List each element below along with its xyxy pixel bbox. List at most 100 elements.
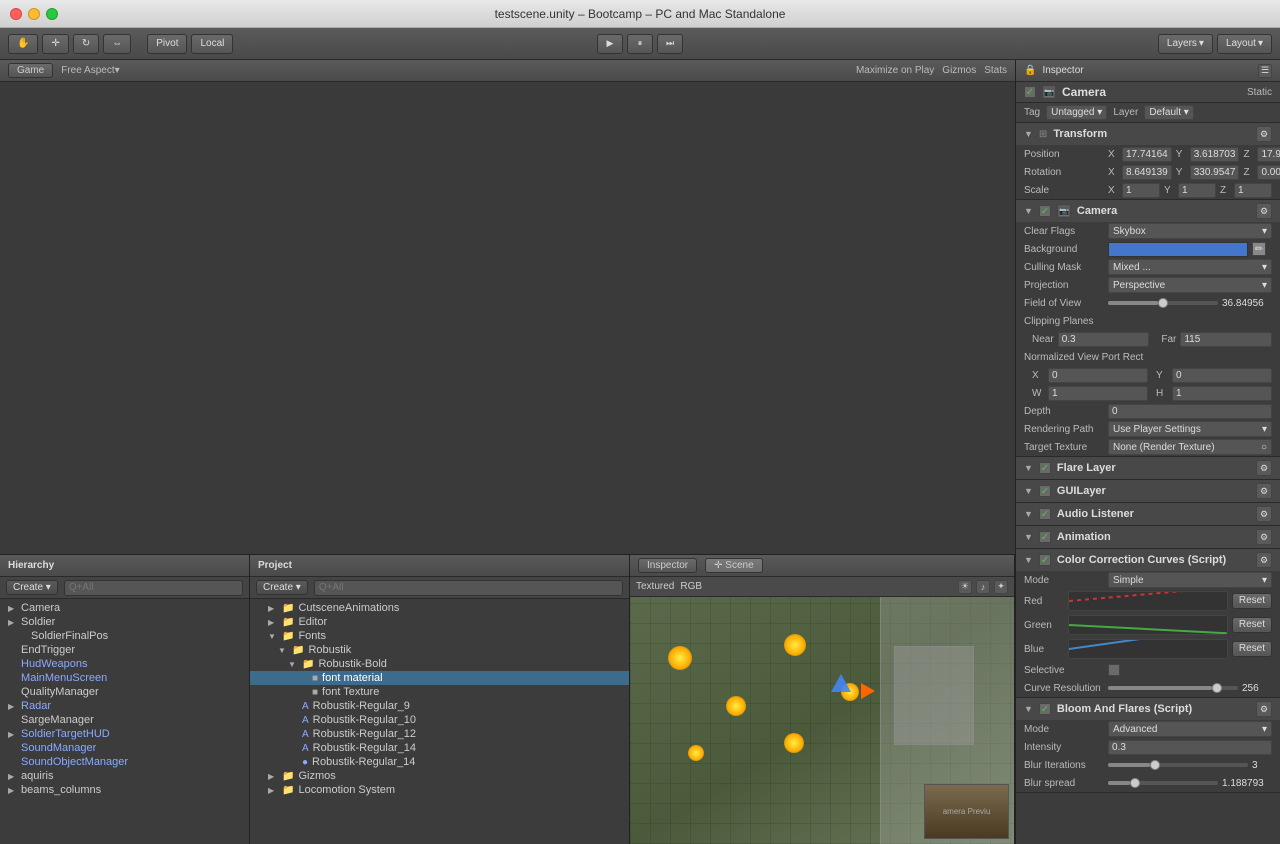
anim-settings-icon[interactable]: ⚙ [1256,529,1272,545]
list-item[interactable]: A Robustik-Regular_10 [250,713,629,727]
scene-fx-icon[interactable]: ✦ [994,580,1008,594]
scale-x-value[interactable]: 1 [1122,183,1160,198]
list-item[interactable]: SoldierFinalPos [0,629,249,643]
list-item[interactable]: MainMenuScreen [0,671,249,685]
list-item[interactable]: ▶ aquiris [0,769,249,783]
bloom-enable-checkbox[interactable]: ✓ [1039,703,1051,715]
audio-settings-icon[interactable]: ⚙ [1256,506,1272,522]
minimize-button[interactable] [28,8,40,20]
scene-sun-icon[interactable]: ☀ [958,580,972,594]
color-eyedropper-icon[interactable]: ✏ [1252,242,1266,256]
background-color-preview[interactable] [1108,242,1248,257]
close-button[interactable] [10,8,22,20]
list-item[interactable]: ▶ beams_columns [0,783,249,797]
rendering-dropdown[interactable]: Use Player Settings ▾ [1108,421,1272,437]
blur-spread-slider[interactable] [1108,781,1218,785]
flare-enable-checkbox[interactable]: ✓ [1039,462,1051,474]
blue-reset-button[interactable]: Reset [1232,641,1272,657]
transform-header[interactable]: ▼ ⊞ Transform ⚙ [1016,123,1280,145]
list-item[interactable]: ● Robustik-Regular_14 [250,755,629,769]
red-curve[interactable] [1068,591,1228,611]
audio-enable-checkbox[interactable]: ✓ [1039,508,1051,520]
static-checkbox[interactable]: Static [1247,87,1272,98]
list-item[interactable]: SoundManager [0,741,249,755]
fov-slider[interactable] [1108,301,1218,305]
scale-z-value[interactable]: 1 [1234,183,1272,198]
list-item[interactable]: SargeManager [0,713,249,727]
inspector-menu-icon[interactable]: ☰ [1258,64,1272,78]
scene-audio-icon[interactable]: ♪ [976,580,990,594]
far-value[interactable]: 115 [1180,332,1272,347]
near-value[interactable]: 0.3 [1058,332,1150,347]
bloom-settings-icon[interactable]: ⚙ [1256,701,1272,717]
camera-enable-checkbox[interactable]: ✓ [1039,205,1051,217]
blur-iter-slider[interactable] [1108,763,1248,767]
aspect-selector[interactable]: Free Aspect ▾ [61,65,119,76]
tag-dropdown[interactable]: Untagged ▾ [1046,105,1107,120]
gui-layer-header[interactable]: ▼ ✓ GUILayer ⚙ [1016,480,1280,502]
flare-layer-header[interactable]: ▼ ✓ Flare Layer ⚙ [1016,457,1280,479]
step-button[interactable]: ⏭ [657,34,683,54]
list-item[interactable]: ▶ Camera [0,601,249,615]
layers-dropdown[interactable]: Layers ▾ [1158,34,1213,54]
clear-flags-dropdown[interactable]: Skybox ▾ [1108,223,1272,239]
game-tab[interactable]: Game [8,63,53,78]
viewport-h[interactable]: 1 [1172,386,1272,401]
list-item[interactable]: QualityManager [0,685,249,699]
camera-settings-icon[interactable]: ⚙ [1256,203,1272,219]
list-item[interactable]: ▶📁 Editor [250,615,629,629]
viewport-y[interactable]: 0 [1172,368,1272,383]
target-texture-dropdown[interactable]: None (Render Texture) ○ [1108,439,1272,455]
bloom-mode-dropdown[interactable]: Advanced ▾ [1108,721,1272,737]
hierarchy-search-input[interactable] [64,580,243,596]
gui-enable-checkbox[interactable]: ✓ [1039,485,1051,497]
list-item-selected[interactable]: ■ font material [250,671,629,685]
list-item[interactable]: ▼📁 Fonts [250,629,629,643]
stats-btn[interactable]: Stats [984,65,1007,76]
inspector-bottom-tab[interactable]: Inspector [638,558,697,573]
pivot-button[interactable]: Pivot [147,34,187,54]
audio-listener-header[interactable]: ▼ ✓ Audio Listener ⚙ [1016,503,1280,525]
gui-settings-icon[interactable]: ⚙ [1256,483,1272,499]
anim-enable-checkbox[interactable]: ✓ [1039,531,1051,543]
scene-bottom-tab[interactable]: ✛ Scene [705,558,763,573]
move-tool-button[interactable]: ✛ [42,34,68,54]
green-curve[interactable] [1068,615,1228,635]
hand-tool-button[interactable]: ✋ [8,34,38,54]
rotate-tool-button[interactable]: ↻ [73,34,99,54]
bloom-intensity-value[interactable]: 0.3 [1108,740,1272,755]
list-item[interactable]: SoundObjectManager [0,755,249,769]
position-y-value[interactable]: 3.618703 [1190,147,1240,162]
transform-settings-icon[interactable]: ⚙ [1256,126,1272,142]
green-reset-button[interactable]: Reset [1232,617,1272,633]
animation-header[interactable]: ▼ ✓ Animation ⚙ [1016,526,1280,548]
list-item[interactable]: ▶📁 Gizmos [250,769,629,783]
local-button[interactable]: Local [191,34,233,54]
object-enable-checkbox[interactable]: ✓ [1024,86,1036,98]
textured-mode-btn[interactable]: Textured [636,581,674,592]
list-item[interactable]: ▶ SoldierTargetHUD [0,727,249,741]
play-button[interactable]: ▶ [597,34,623,54]
viewport-x[interactable]: 0 [1048,368,1148,383]
list-item[interactable]: A Robustik-Regular_9 [250,699,629,713]
red-reset-button[interactable]: Reset [1232,593,1272,609]
list-item[interactable]: ▶📁 Locomotion System [250,783,629,797]
culling-mask-dropdown[interactable]: Mixed ... ▾ [1108,259,1272,275]
selective-checkbox[interactable] [1108,664,1120,676]
rotation-x-value[interactable]: 8.649139 [1122,165,1172,180]
color-correction-header[interactable]: ▼ ✓ Color Correction Curves (Script) ⚙ [1016,549,1280,571]
list-item[interactable]: ▼📁 Robustik-Bold [250,657,629,671]
camera-comp-header[interactable]: ▼ ✓ 📷 Camera ⚙ [1016,200,1280,222]
projection-dropdown[interactable]: Perspective ▾ [1108,277,1272,293]
list-item[interactable]: ▼📁 Robustik [250,643,629,657]
cc-mode-dropdown[interactable]: Simple ▾ [1108,572,1272,588]
hierarchy-create-button[interactable]: Create ▾ [6,580,58,595]
rotation-z-value[interactable]: 0.0009765625 [1257,165,1280,180]
layout-dropdown[interactable]: Layout ▾ [1217,34,1272,54]
list-item[interactable]: A Robustik-Regular_12 [250,727,629,741]
pause-button[interactable]: ⏸ [627,34,653,54]
gizmos-btn[interactable]: Gizmos [942,65,976,76]
flare-settings-icon[interactable]: ⚙ [1256,460,1272,476]
cc-settings-icon[interactable]: ⚙ [1256,552,1272,568]
bloom-header[interactable]: ▼ ✓ Bloom And Flares (Script) ⚙ [1016,698,1280,720]
